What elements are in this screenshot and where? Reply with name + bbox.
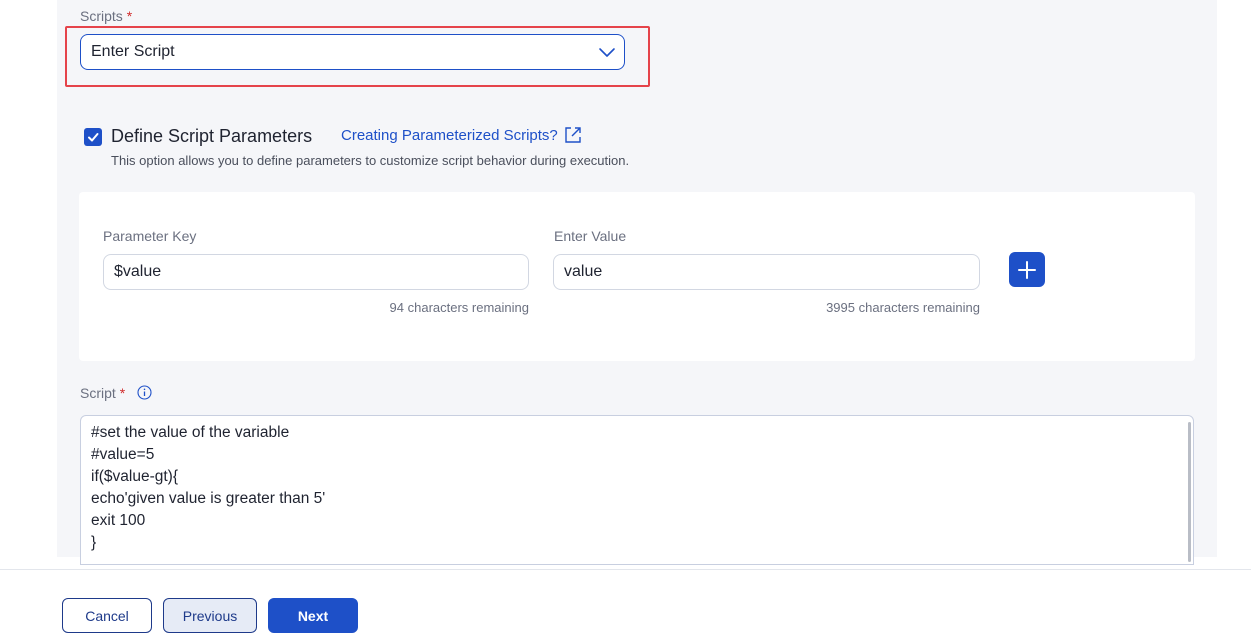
script-line: } [91, 534, 97, 551]
info-icon[interactable] [137, 385, 152, 400]
cancel-button[interactable]: Cancel [62, 598, 152, 633]
help-link[interactable]: Creating Parameterized Scripts? [341, 126, 582, 144]
required-mark: * [126, 8, 133, 24]
enter-value-input[interactable] [553, 254, 980, 290]
parameter-key-counter: 94 characters remaining [389, 300, 529, 315]
script-line: exit 100 [91, 512, 146, 529]
previous-button[interactable]: Previous [163, 598, 257, 633]
scripts-select[interactable]: Enter Script [80, 34, 625, 70]
define-params-description: This option allows you to define paramet… [111, 153, 630, 168]
script-line: if($value-gt){ [91, 468, 179, 485]
add-parameter-button[interactable] [1009, 252, 1045, 287]
scripts-select-value: Enter Script [91, 43, 175, 60]
script-textarea[interactable]: #set the value of the variable #value=5 … [80, 415, 1194, 565]
script-scrollbar[interactable] [1188, 422, 1191, 562]
enter-value-label: Enter Value [554, 228, 627, 244]
script-label: Script * [80, 385, 126, 401]
enter-value-counter: 3995 characters remaining [826, 300, 980, 315]
script-line: #value=5 [91, 446, 155, 463]
parameter-key-input[interactable] [103, 254, 529, 290]
checkmark-icon [88, 133, 99, 142]
external-link-icon[interactable] [564, 126, 582, 144]
script-line: #set the value of the variable [91, 424, 290, 441]
script-line: echo'given value is greater than 5' [91, 490, 326, 507]
plus-icon [1018, 260, 1036, 279]
define-params-title: Define Script Parameters [111, 126, 313, 146]
required-mark: * [119, 385, 126, 401]
define-params-checkbox[interactable] [84, 128, 102, 146]
next-button[interactable]: Next [268, 598, 358, 633]
scripts-label: Scripts * [80, 8, 133, 24]
parameter-key-label: Parameter Key [103, 228, 197, 244]
chevron-down-icon[interactable] [598, 43, 616, 61]
help-link-text[interactable]: Creating Parameterized Scripts? [341, 127, 558, 144]
